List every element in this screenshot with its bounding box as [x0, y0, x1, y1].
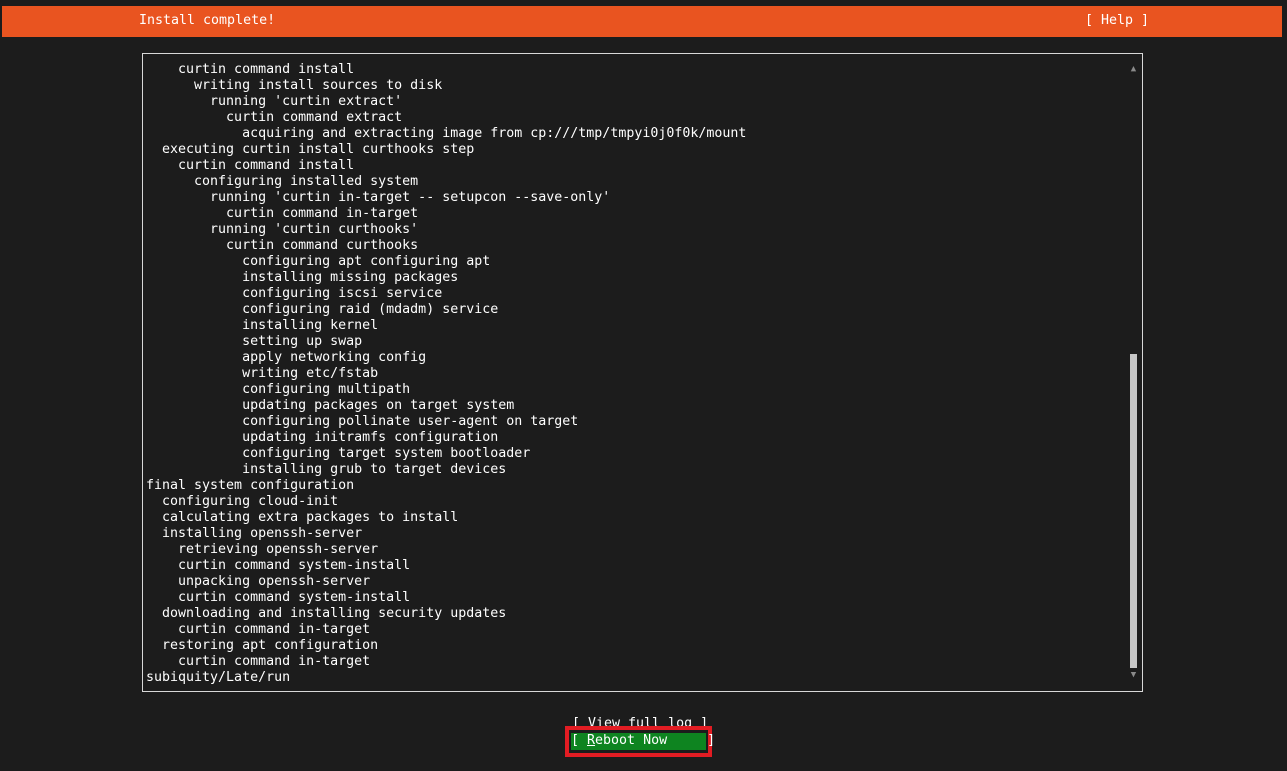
install-log-panel[interactable]: curtin command install writing install s…: [142, 53, 1143, 692]
install-log: curtin command install writing install s…: [146, 62, 1126, 686]
reboot-prefix: [: [571, 733, 588, 748]
log-line: apply networking config: [146, 350, 427, 365]
log-line: curtin command system-install: [146, 558, 411, 573]
log-line: running 'curtin extract': [146, 94, 403, 109]
log-line: updating packages on target system: [146, 398, 515, 413]
log-line: configuring raid (mdadm) service: [146, 302, 499, 317]
scroll-down-arrow-icon[interactable]: ▼: [1129, 670, 1138, 680]
log-line: configuring multipath: [146, 382, 411, 397]
log-line: running 'curtin in-target -- setupcon --…: [146, 190, 611, 205]
log-line: configuring cloud-init: [146, 494, 339, 509]
log-line: configuring pollinate user-agent on targ…: [146, 414, 579, 429]
header-bar: Install complete! [ Help ]: [2, 6, 1282, 37]
log-line: installing openssh-server: [146, 526, 363, 541]
reboot-now-button[interactable]: [ Reboot Now ]: [571, 733, 715, 750]
log-line: restoring apt configuration: [146, 638, 379, 653]
log-line: final system configuration: [146, 478, 355, 493]
scroll-thumb[interactable]: [1130, 354, 1137, 668]
log-line: unpacking openssh-server: [146, 574, 371, 589]
log-scrollbar[interactable]: ▲ ▼: [1129, 62, 1138, 682]
log-line: updating initramfs configuration: [146, 430, 499, 445]
log-line: running 'curtin curthooks': [146, 222, 419, 237]
log-line: configuring apt configuring apt: [146, 254, 491, 269]
log-line: executing curtin install curthooks step: [146, 142, 475, 157]
log-line: setting up swap: [146, 334, 363, 349]
reboot-hotkey: R: [587, 733, 596, 748]
view-full-log-button[interactable]: [ View full log ]: [572, 716, 708, 726]
log-line: curtin command in-target: [146, 622, 371, 637]
log-line: installing grub to target devices: [146, 462, 507, 477]
log-line: subiquity/Late/run: [146, 670, 291, 685]
log-line: configuring target system bootloader: [146, 446, 531, 461]
log-line: downloading and installing security upda…: [146, 606, 507, 621]
log-line: curtin command in-target: [146, 654, 371, 669]
log-line: curtin command install: [146, 158, 355, 173]
page-title: Install complete!: [139, 13, 276, 28]
log-line: curtin command install: [146, 62, 355, 77]
reboot-rest: eboot Now ]: [595, 733, 716, 748]
scroll-track[interactable]: [1130, 76, 1137, 668]
log-line: acquiring and extracting image from cp:/…: [146, 126, 747, 141]
log-line: curtin command extract: [146, 110, 403, 125]
scroll-up-arrow-icon[interactable]: ▲: [1129, 64, 1138, 74]
log-line: curtin command system-install: [146, 590, 411, 605]
log-line: calculating extra packages to install: [146, 510, 459, 525]
log-line: writing install sources to disk: [146, 78, 443, 93]
log-line: curtin command curthooks: [146, 238, 419, 253]
log-line: configuring installed system: [146, 174, 419, 189]
help-button[interactable]: [ Help ]: [1085, 13, 1149, 29]
log-line: installing kernel: [146, 318, 379, 333]
log-line: curtin command in-target: [146, 206, 419, 221]
log-line: writing etc/fstab: [146, 366, 379, 381]
log-line: installing missing packages: [146, 270, 459, 285]
log-line: retrieving openssh-server: [146, 542, 379, 557]
log-line: configuring iscsi service: [146, 286, 443, 301]
